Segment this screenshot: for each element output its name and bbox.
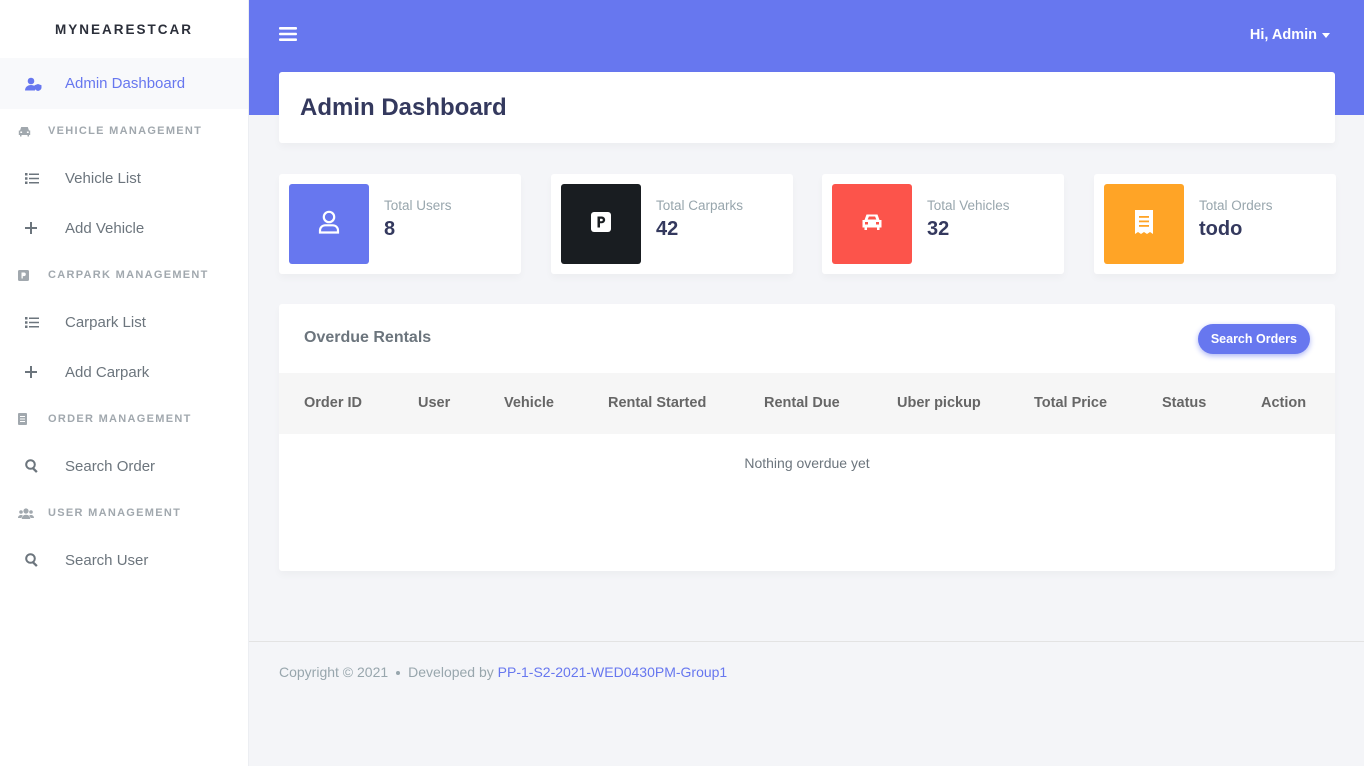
column-header-rental-due[interactable]: Rental Due [764,395,840,411]
search-icon [25,553,65,567]
section-header-carpark-management: CARPARK MANAGEMENT [0,253,248,297]
users-icon [18,507,48,519]
column-header-status[interactable]: Status [1162,395,1206,411]
stat-card-total-vehicles: Total Vehicles 32 [822,174,1064,274]
list-icon [25,316,65,328]
card-title: Overdue Rentals [304,329,432,346]
sidebar-item-label: Add Vehicle [65,219,145,237]
user-dropdown[interactable]: Hi, Admin [1250,27,1330,43]
stat-icon-box [832,184,912,264]
user-shield-icon [25,77,65,91]
column-header-action[interactable]: Action [1261,395,1306,411]
receipt-icon [1135,209,1153,239]
plus-icon [25,222,65,234]
hamburger-menu-icon[interactable] [279,25,297,43]
sidebar-item-label: Search Order [65,457,156,475]
developed-by-text: Developed by [408,664,494,680]
section-header-order-management: ORDER MANAGEMENT [0,397,248,441]
stat-icon-box [289,184,369,264]
stat-value: todo [1199,218,1243,240]
sidebar-item-search-order[interactable]: Search Order [0,441,248,491]
caret-down-icon [1322,32,1330,38]
sidebar-item-admin-dashboard[interactable]: Admin Dashboard [0,58,248,109]
footer-divider [249,641,1364,642]
column-header-user[interactable]: User [418,395,450,411]
stat-label: Total Vehicles [927,198,1010,213]
sidebar-item-label: Carpark List [65,313,146,331]
sidebar-item-add-carpark[interactable]: Add Carpark [0,347,248,397]
stat-value: 8 [384,218,396,240]
sidebar-item-add-vehicle[interactable]: Add Vehicle [0,203,248,253]
brand-logo[interactable]: MYNEARESTCAR [0,0,248,58]
parking-icon [591,211,611,237]
column-header-vehicle[interactable]: Vehicle [504,395,554,411]
user-greeting: Hi, Admin [1249,27,1317,43]
bullet-separator [396,671,401,676]
section-header: Admin Dashboard [279,72,1335,143]
stat-icon-box [1104,184,1184,264]
search-icon [25,459,65,473]
stat-value: 32 [927,218,950,240]
overdue-rentals-card: Overdue Rentals Search Orders Order ID U… [279,304,1335,571]
empty-table-message: Nothing overdue yet [744,455,870,471]
stat-label: Total Orders [1199,198,1273,213]
section-header-user-management: USER MANAGEMENT [0,491,248,535]
stat-value: 42 [656,218,679,240]
sidebar-menu: Admin Dashboard VEHICLE MANAGEMENT Vehic… [0,58,248,585]
column-header-uber-pickup[interactable]: Uber pickup [897,395,981,411]
user-icon [318,210,340,239]
stat-label: Total Carparks [656,198,744,213]
sidebar: MYNEARESTCAR Admin Dashboard VEHICLE MAN… [0,0,249,766]
sidebar-item-label: Add Carpark [65,363,150,381]
sidebar-item-label: Admin Dashboard [65,75,186,92]
sidebar-item-carpark-list[interactable]: Carpark List [0,297,248,347]
stat-label: Total Users [384,198,452,213]
sidebar-item-label: Vehicle List [65,169,141,187]
page-title: Admin Dashboard [300,93,507,121]
column-header-rental-started[interactable]: Rental Started [608,395,706,411]
plus-icon [25,366,65,378]
copyright-text: Copyright © 2021 [279,664,389,680]
table-header: Order ID User Vehicle Rental Started Ren… [279,373,1335,434]
column-header-order-id[interactable]: Order ID [304,395,362,411]
list-icon [25,172,65,184]
sidebar-item-label: Search User [65,551,149,569]
stat-card-total-users: Total Users 8 [279,174,521,274]
section-header-vehicle-management: VEHICLE MANAGEMENT [0,109,248,153]
document-icon [18,413,48,425]
sidebar-item-vehicle-list[interactable]: Vehicle List [0,153,248,203]
stat-card-total-orders: Total Orders todo [1094,174,1336,274]
developer-link[interactable]: PP-1-S2-2021-WED0430PM-Group1 [498,664,728,680]
sidebar-item-search-user[interactable]: Search User [0,535,248,585]
column-header-total-price[interactable]: Total Price [1034,395,1107,411]
car-icon [861,213,883,236]
footer: Copyright © 2021 Developed by PP-1-S2-202… [279,664,727,680]
search-orders-button[interactable]: Search Orders [1197,324,1310,354]
car-icon [18,126,48,137]
stat-card-total-carparks: Total Carparks 42 [551,174,793,274]
parking-icon [18,269,48,281]
stat-icon-box [561,184,641,264]
